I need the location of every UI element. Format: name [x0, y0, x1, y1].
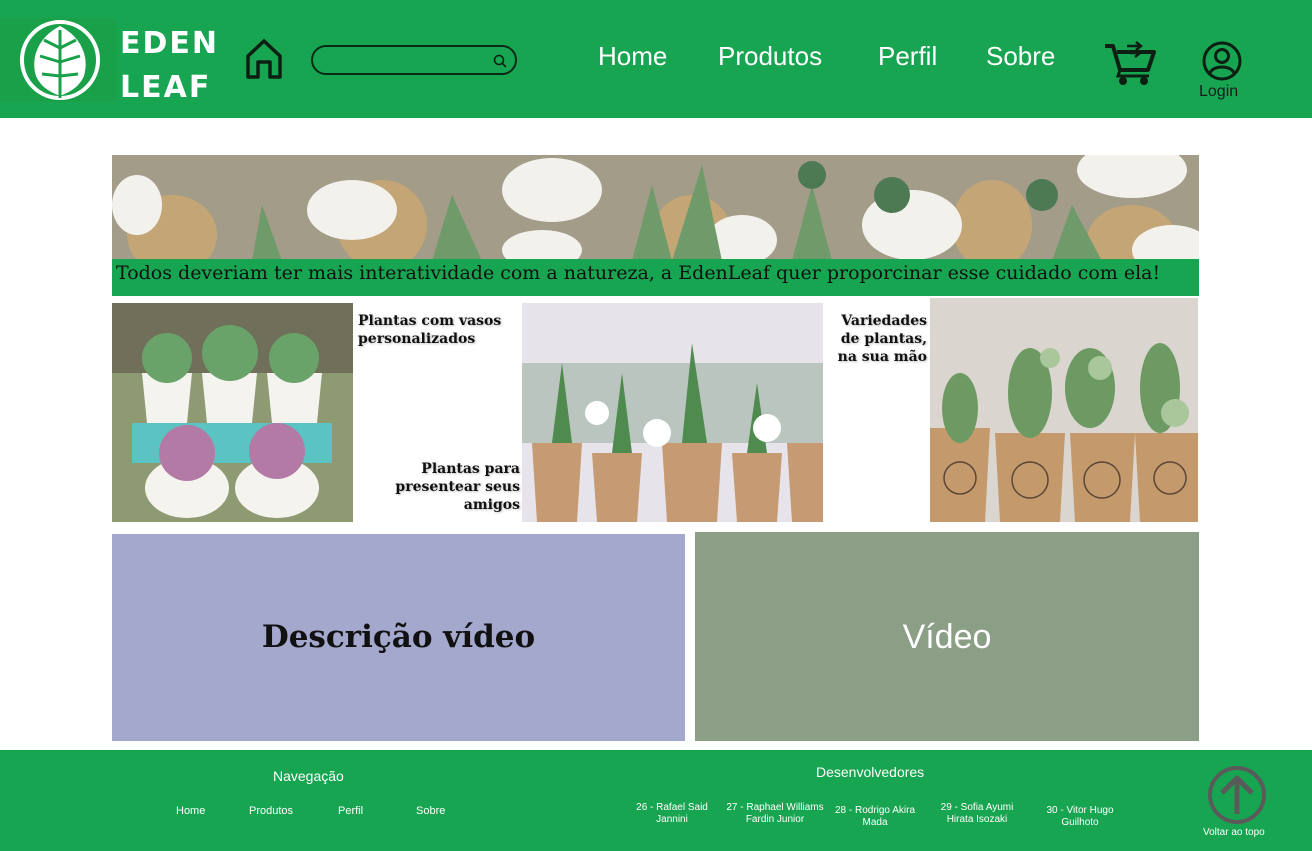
login-label[interactable]: Login — [1199, 83, 1238, 101]
footer-nav-heading: Navegação — [273, 768, 344, 784]
caption-plant-variety: Variedades de plantas, na sua mão — [837, 313, 927, 365]
developer-28: 28 - Rodrigo Akira Mada — [834, 805, 916, 828]
brand-name: EDEN LEAF — [120, 22, 219, 110]
arrow-up-circle-icon[interactable] — [1206, 766, 1268, 828]
nav-perfil[interactable]: Perfil — [878, 38, 937, 74]
logo[interactable] — [0, 18, 116, 102]
cart-icon[interactable] — [1103, 40, 1157, 86]
video-label[interactable]: Vídeo — [695, 614, 1199, 660]
banner-image — [112, 155, 1199, 261]
footer-link-perfil[interactable]: Perfil — [338, 805, 363, 817]
leaf-logo-icon — [20, 20, 100, 100]
developer-27: 27 - Raphael Williams Fardin Junior — [726, 802, 824, 825]
developer-26: 26 - Rafael Said Jannini — [636, 802, 708, 825]
footer — [0, 750, 1312, 851]
succulent-banner-icon — [112, 155, 1199, 261]
footer-link-sobre[interactable]: Sobre — [416, 805, 445, 817]
pots-photo-icon — [112, 303, 353, 522]
photo-gift-plants — [522, 303, 823, 522]
cactus-photo-icon — [930, 298, 1198, 522]
footer-dev-heading: Desenvolvedores — [816, 764, 925, 780]
brand-line-1: EDEN — [120, 26, 219, 61]
nav-home[interactable]: Home — [598, 38, 667, 74]
search-icon[interactable] — [492, 53, 508, 69]
back-to-top-label[interactable]: Voltar ao topo — [1203, 827, 1265, 838]
video-description-title: Descrição vídeo — [261, 619, 536, 655]
photo-cactus-variety — [930, 298, 1198, 522]
developer-29: 29 - Sofia Ayumi Hirata Isozaki — [940, 802, 1014, 825]
caption-gift-plants: Plantas para presentear seus amigos — [395, 461, 520, 513]
gift-plants-photo-icon — [522, 303, 823, 522]
footer-link-produtos[interactable]: Produtos — [249, 805, 293, 817]
caption-custom-pots: Plantas com vasos personalizados — [358, 313, 502, 347]
banner-caption: Todos deveriam ter mais interatividade c… — [112, 259, 1199, 296]
home-icon[interactable] — [245, 38, 283, 80]
footer-link-home[interactable]: Home — [176, 805, 205, 817]
user-icon[interactable] — [1201, 40, 1243, 82]
search-input[interactable] — [311, 45, 517, 75]
developer-30: 30 - Vitor Hugo Guilhoto — [1046, 805, 1114, 828]
photo-custom-pots — [112, 303, 353, 522]
nav-produtos[interactable]: Produtos — [718, 38, 822, 74]
brand-line-2: LEAF — [120, 70, 212, 105]
nav-sobre[interactable]: Sobre — [986, 38, 1055, 74]
